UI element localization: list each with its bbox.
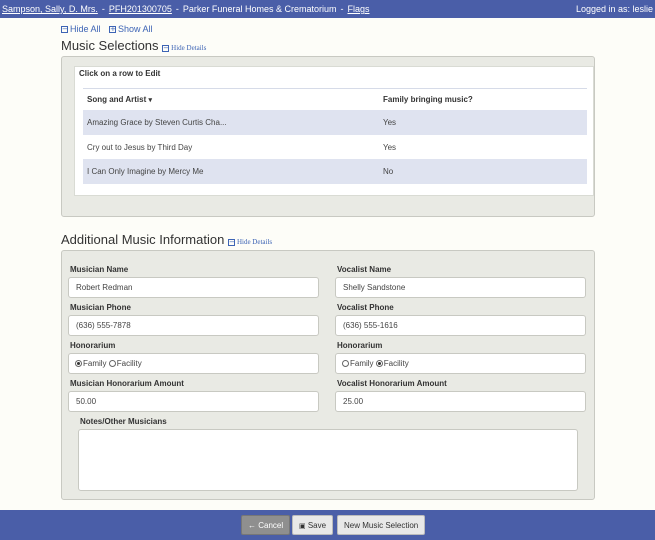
show-all-toggle[interactable]: + Show All <box>109 24 153 34</box>
collapse-icon: − <box>227 237 235 246</box>
additional-music-heading: Additional Music Information − Hide Detai… <box>61 232 272 247</box>
musician-name-label: Musician Name <box>70 265 129 274</box>
notes-textarea[interactable] <box>78 429 578 491</box>
client-name-link[interactable]: Sampson, Sally, D. Mrs. <box>2 4 98 14</box>
vocalist-honorarium-radio-group: Family Facility <box>335 353 586 374</box>
cancel-button[interactable]: ← Cancel <box>241 515 291 535</box>
music-selections-panel: Click on a row to Edit Song and Artist ▾… <box>61 56 595 217</box>
sort-desc-icon: ▾ <box>148 97 153 104</box>
musician-amount-label: Musician Honorarium Amount <box>70 379 184 388</box>
vocalist-honorarium-label: Honorarium <box>337 341 383 350</box>
flags-link[interactable]: Flags <box>347 4 369 14</box>
arrow-left-icon: ← <box>248 521 259 530</box>
breadcrumb-separator: - <box>340 4 344 14</box>
vocalist-amount-label: Vocalist Honorarium Amount <box>337 379 447 388</box>
floppy-disk-icon: ▣ <box>299 522 308 530</box>
cancel-label: Cancel <box>258 521 284 530</box>
collapse-icon: − <box>162 43 170 52</box>
section-toggles: − Hide All + Show All <box>61 24 159 34</box>
top-bar: Sampson, Sally, D. Mrs. - PFH201300705- Par… <box>0 0 655 18</box>
column-header-song-label: Song and Artist <box>87 95 147 104</box>
music-selections-table: Click on a row to Edit Song and Artist ▾… <box>74 66 594 196</box>
musician-amount-field[interactable]: 50.00 <box>68 391 319 412</box>
breadcrumb-separator: - <box>101 4 105 14</box>
vocalist-honorarium-family-option[interactable]: Family <box>342 359 374 368</box>
collapse-icon: − <box>61 25 68 34</box>
option-label: Facility <box>383 359 409 368</box>
radio-unselected-icon[interactable] <box>108 360 116 367</box>
edit-hint: Click on a row to Edit <box>79 69 161 78</box>
logged-in-status: Logged in as: leslie <box>575 4 653 14</box>
vocalist-phone-field[interactable]: (636) 555-1616 <box>335 315 586 336</box>
additional-music-title: Additional Music Information <box>61 232 225 247</box>
table-row[interactable]: I Can Only Imagine by Mercy Me No <box>83 159 587 184</box>
musician-honorarium-label: Honorarium <box>70 341 116 350</box>
radio-unselected-icon[interactable] <box>342 360 349 367</box>
column-header-family[interactable]: Family bringing music? <box>383 95 473 104</box>
option-label: Facility <box>116 359 142 368</box>
family-cell: Yes <box>383 143 397 152</box>
footer-toolbar: ← Cancel ▣ Save New Music Selection <box>0 510 655 540</box>
company-name: Parker Funeral Homes & Crematorium <box>182 4 337 14</box>
radio-selected-icon[interactable] <box>375 360 383 367</box>
song-cell: Cry out to Jesus by Third Day <box>87 143 193 152</box>
music-selections-title: Music Selections <box>61 38 159 53</box>
expand-icon: + <box>109 25 117 34</box>
musician-honorarium-facility-option[interactable]: Facility <box>108 359 142 368</box>
case-id-link[interactable]: PFH201300705 <box>109 4 172 14</box>
musician-honorarium-radio-group: Family Facility <box>68 353 319 374</box>
musician-phone-field[interactable]: (636) 555-7878 <box>68 315 319 336</box>
musician-phone-label: Musician Phone <box>70 303 131 312</box>
save-button[interactable]: ▣ Save <box>292 515 334 535</box>
song-cell: I Can Only Imagine by Mercy Me <box>87 167 204 176</box>
hide-all-toggle[interactable]: − Hide All <box>61 24 101 34</box>
radio-selected-icon[interactable] <box>75 360 82 367</box>
show-all-label: Show All <box>118 24 153 34</box>
vocalist-name-field[interactable]: Shelly Sandstone <box>335 277 586 298</box>
header-divider <box>83 88 587 89</box>
table-row[interactable]: Amazing Grace by Steven Curtis Cha... Ye… <box>83 110 587 135</box>
music-selections-heading: Music Selections − Hide Details <box>61 38 206 53</box>
additional-music-hide-details[interactable]: − Hide Details <box>227 237 273 246</box>
save-label: Save <box>307 521 327 530</box>
musician-name-field[interactable]: Robert Redman <box>68 277 319 298</box>
vocalist-phone-label: Vocalist Phone <box>337 303 394 312</box>
new-music-selection-button[interactable]: New Music Selection <box>337 515 426 535</box>
column-header-song[interactable]: Song and Artist ▾ <box>87 95 152 104</box>
musician-honorarium-family-option[interactable]: Family <box>75 359 107 368</box>
option-label: Family <box>350 359 374 368</box>
song-cell: Amazing Grace by Steven Curtis Cha... <box>87 118 227 127</box>
hide-details-label: Hide Details <box>171 44 207 52</box>
hide-details-label: Hide Details <box>236 238 273 246</box>
hide-all-label: Hide All <box>70 24 101 34</box>
option-label: Family <box>83 359 107 368</box>
table-row[interactable]: Cry out to Jesus by Third Day Yes <box>83 135 587 160</box>
additional-music-panel: Musician Name Vocalist Name Robert Redma… <box>61 250 595 500</box>
notes-label: Notes/Other Musicians <box>80 417 167 426</box>
vocalist-amount-field[interactable]: 25.00 <box>335 391 586 412</box>
breadcrumb-separator: - <box>175 4 179 14</box>
family-cell: Yes <box>383 118 397 127</box>
breadcrumb: Sampson, Sally, D. Mrs. - PFH201300705- Par… <box>2 0 369 18</box>
family-cell: No <box>383 167 394 176</box>
music-selections-hide-details[interactable]: − Hide Details <box>162 44 206 52</box>
vocalist-honorarium-facility-option[interactable]: Facility <box>375 359 409 368</box>
vocalist-name-label: Vocalist Name <box>337 265 392 274</box>
